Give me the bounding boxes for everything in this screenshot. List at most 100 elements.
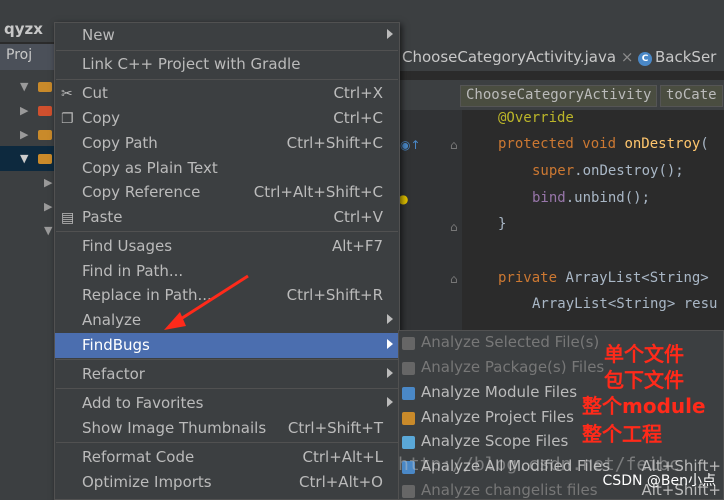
folder-icon	[38, 106, 52, 116]
submenu-item-label: Analyze Scope Files	[421, 432, 569, 450]
menu-item-label: Find Usages	[82, 237, 173, 255]
collapse-arrow-icon[interactable]: ▼	[20, 80, 28, 93]
tree-row[interactable]: ▶	[0, 170, 58, 195]
folder-icon	[38, 154, 52, 164]
breadcrumb: ChooseCategoryActivity toCate	[398, 80, 724, 110]
menu-item-cut[interactable]: ✂ Cut Ctrl+X	[55, 81, 399, 106]
menu-item-copy-reference[interactable]: Copy Reference Ctrl+Alt+Shift+C	[55, 180, 399, 205]
submenu-item-label: Analyze Project Files	[421, 408, 574, 426]
tree-row[interactable]: ▼	[0, 74, 58, 99]
findbugs-icon	[402, 337, 415, 350]
code-line: bind.unbind();	[532, 190, 650, 206]
editor-tab[interactable]: ChooseCategoryActivity.java ×	[402, 48, 633, 66]
fold-icon[interactable]: ⌂	[450, 220, 458, 234]
menu-item-find-in-path[interactable]: Find in Path...	[55, 259, 399, 284]
code-field: bind	[532, 190, 566, 206]
annotation-single-file: 单个文件	[604, 342, 684, 366]
menu-item-add-to-favorites[interactable]: Add to Favorites	[55, 391, 399, 416]
menu-separator	[56, 359, 398, 360]
override-marker-icon[interactable]: ◉↑	[400, 138, 421, 152]
menu-item-shortcut: Ctrl+Alt+Shift+C	[253, 183, 383, 201]
submenu-item-analyze-scope[interactable]: Analyze Scope Files	[399, 430, 723, 455]
submenu-item-label: Analyze Selected File(s)	[421, 333, 600, 351]
code-text: (	[700, 136, 709, 152]
editor-tab-bar: ChooseCategoryActivity.java × C BackSer	[398, 42, 724, 72]
expand-arrow-icon[interactable]: ▶	[44, 200, 52, 213]
menu-item-label: Add to Favorites	[82, 394, 204, 412]
project-tab-label: Proj	[6, 47, 33, 63]
menu-item-find-usages[interactable]: Find Usages Alt+F7	[55, 234, 399, 259]
collapse-arrow-icon[interactable]: ▼	[20, 152, 28, 165]
menu-item-shortcut: Ctrl+C	[333, 109, 383, 127]
project-title: qyzx	[4, 20, 43, 38]
code-line: ArrayList<String> resu	[532, 296, 718, 312]
menu-item-show-thumbnails[interactable]: Show Image Thumbnails Ctrl+Shift+T	[55, 416, 399, 441]
menu-item-optimize-imports[interactable]: Optimize Imports Ctrl+Alt+O	[55, 470, 399, 495]
menu-item-new[interactable]: New	[55, 23, 399, 48]
menu-item-label: Reformat Code	[82, 448, 195, 466]
editor-tab-label: ChooseCategoryActivity.java	[402, 48, 617, 66]
menu-item-copy[interactable]: ❐ Copy Ctrl+C	[55, 106, 399, 131]
submenu-item-label: Analyze Package(s) Files	[421, 358, 605, 376]
tree-row[interactable]: ▶	[0, 98, 58, 123]
menu-item-paste[interactable]: ▤ Paste Ctrl+V	[55, 205, 399, 230]
menu-item-shortcut: Ctrl+V	[333, 208, 383, 226]
expand-arrow-icon[interactable]: ▶	[20, 104, 28, 117]
project-tool-tab[interactable]: Proj	[0, 44, 60, 70]
tree-row[interactable]: ▶	[0, 194, 58, 219]
menu-item-shortcut: Ctrl+Shift+R	[286, 286, 383, 304]
tree-row[interactable]: ▶	[0, 122, 58, 147]
scissors-icon: ✂	[61, 86, 73, 102]
menu-item-label: Replace in Path...	[82, 286, 212, 304]
menu-item-reformat-code[interactable]: Reformat Code Ctrl+Alt+L	[55, 445, 399, 470]
menu-item-link-cpp[interactable]: Link C++ Project with Gradle	[55, 52, 399, 77]
project-icon	[402, 412, 415, 425]
changelist-icon	[402, 485, 415, 498]
editor-tab[interactable]: C BackSer	[638, 48, 716, 66]
collapse-arrow-icon[interactable]: ▼	[44, 224, 52, 237]
fold-icon[interactable]: ⌂	[450, 272, 458, 286]
expand-arrow-icon[interactable]: ▶	[44, 176, 52, 189]
context-menu: New Link C++ Project with Gradle ✂ Cut Ctr…	[54, 22, 400, 500]
menu-item-label: Optimize Imports	[82, 473, 212, 491]
menu-separator	[56, 442, 398, 443]
code-line: private ArrayList<String>	[498, 270, 717, 286]
package-icon	[402, 362, 415, 375]
expand-arrow-icon[interactable]: ▶	[20, 128, 28, 141]
menu-item-label: Analyze	[82, 311, 142, 329]
menu-separator	[56, 231, 398, 232]
menu-separator	[56, 388, 398, 389]
menu-item-label: Copy Reference	[82, 183, 201, 201]
folder-icon	[38, 82, 52, 92]
code-text: .unbind();	[565, 190, 651, 206]
menu-item-copy-plain[interactable]: Copy as Plain Text	[55, 156, 399, 181]
tree-row[interactable]: ▼	[0, 218, 58, 243]
menu-item-label: Paste	[82, 208, 123, 226]
menu-separator	[56, 79, 398, 80]
submenu-arrow-icon	[387, 397, 393, 407]
menu-item-refactor[interactable]: Refactor	[55, 362, 399, 387]
menu-separator	[56, 50, 398, 51]
breadcrumb-item[interactable]: ChooseCategoryActivity	[460, 85, 658, 107]
copy-icon: ❐	[61, 111, 74, 127]
tree-row-selected[interactable]: ▼	[0, 146, 58, 171]
code-keyword: super	[532, 163, 575, 179]
submenu-arrow-icon	[387, 314, 393, 324]
menu-item-shortcut: Alt+F7	[331, 237, 383, 255]
annotation-whole-project: 整个工程	[582, 422, 662, 446]
fold-icon[interactable]: ⌂	[450, 138, 458, 152]
code-keyword: private	[498, 270, 566, 286]
code-line: @Override	[498, 110, 574, 126]
breadcrumb-item[interactable]: toCate	[660, 85, 723, 107]
menu-item-label: Copy as Plain Text	[82, 159, 218, 177]
close-icon[interactable]: ×	[621, 48, 634, 66]
menu-item-replace-in-path[interactable]: Replace in Path... Ctrl+Shift+R	[55, 283, 399, 308]
credit-watermark: CSDN @Ben小点	[602, 473, 716, 489]
menu-item-shortcut: Ctrl+Shift+T	[287, 419, 383, 437]
code-line: protected void onDestroy(	[498, 136, 709, 152]
submenu-item-label: Analyze Module Files	[421, 383, 578, 401]
menu-item-analyze[interactable]: Analyze	[55, 308, 399, 333]
menu-item-copy-path[interactable]: Copy Path Ctrl+Shift+C	[55, 131, 399, 156]
menu-item-findbugs[interactable]: FindBugs	[55, 333, 399, 358]
annotation-whole-module: 整个module	[582, 394, 706, 418]
